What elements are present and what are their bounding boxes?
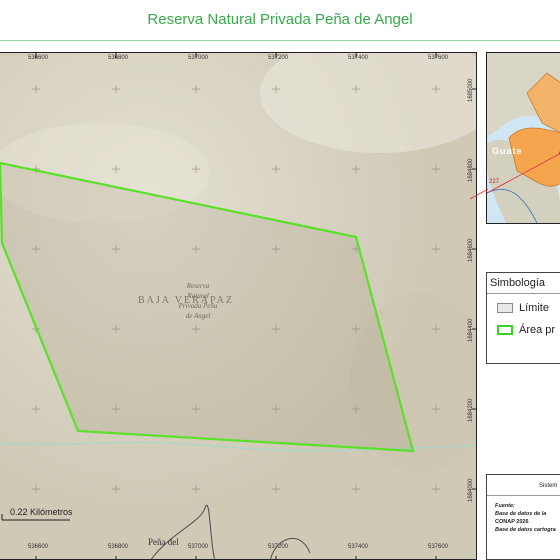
x-tick-label-top: 537200 bbox=[268, 55, 289, 61]
legend-item-label: Área pr bbox=[519, 324, 556, 336]
place-label: Peña del bbox=[148, 537, 179, 547]
legend-item-protected-area: Área pr bbox=[497, 324, 555, 336]
y-tick-label: 1684200 bbox=[468, 398, 474, 422]
x-tick-label-bottom: 537600 bbox=[428, 544, 449, 550]
reserve-label-line: Privada Peña bbox=[178, 302, 218, 310]
page-title-bar: Reserva Natural Privada Peña de Angel bbox=[0, 0, 560, 40]
x-tick-label-top: 537400 bbox=[348, 55, 369, 61]
x-tick-label-bottom: 537400 bbox=[348, 544, 369, 550]
y-tick-label: 1684600 bbox=[468, 238, 474, 262]
country-label: Guate bbox=[492, 146, 523, 156]
title-divider bbox=[0, 40, 560, 41]
info-divider bbox=[487, 495, 560, 496]
x-tick-label-bottom: 537200 bbox=[268, 544, 289, 550]
source-info-box: Sistem Fuente: Base de datos de la CONAP… bbox=[486, 474, 560, 560]
reserve-label-line: Reserva bbox=[186, 282, 210, 290]
legend-item-label: Límite bbox=[519, 302, 549, 314]
y-tick-label: 1684800 bbox=[468, 158, 474, 182]
scale-label: 0.22 Kilómetros bbox=[10, 507, 73, 517]
source-line: CONAP 2026 bbox=[495, 519, 529, 525]
reserve-label-line: de Angel bbox=[185, 312, 211, 320]
number-label: 227 bbox=[489, 179, 500, 185]
boundary-swatch bbox=[497, 303, 513, 313]
source-heading: Fuente: bbox=[495, 503, 515, 509]
x-tick-label-bottom: 536800 bbox=[108, 544, 129, 550]
legend-box: Simbología Límite Área pr bbox=[486, 272, 560, 364]
legend-divider bbox=[487, 293, 560, 294]
source-line: Base de datos cartogra bbox=[495, 527, 556, 533]
locator-map-canvas bbox=[487, 53, 560, 223]
locator-map[interactable]: Guate 227 bbox=[486, 52, 560, 224]
x-tick-label-top: 537000 bbox=[188, 55, 209, 61]
main-map[interactable]: BAJA VERAPAZ Reserva Natural Privada Peñ… bbox=[0, 52, 477, 560]
x-tick-label-top: 537600 bbox=[428, 55, 449, 61]
y-tick-label: 1684400 bbox=[468, 318, 474, 342]
coordinate-system-label: Sistem bbox=[539, 483, 558, 489]
main-map-canvas bbox=[0, 53, 476, 559]
x-tick-label-top: 536800 bbox=[108, 55, 129, 61]
source-line: Base de datos de la bbox=[495, 511, 547, 517]
x-tick-label-bottom: 536600 bbox=[28, 544, 49, 550]
y-tick-label: 1684000 bbox=[468, 478, 474, 502]
legend-item-boundary: Límite bbox=[497, 302, 549, 314]
x-tick-label-bottom: 537000 bbox=[188, 544, 209, 550]
y-tick-label: 1685000 bbox=[468, 78, 474, 102]
reserve-label-line: Natural bbox=[187, 292, 209, 300]
legend-title: Simbología bbox=[490, 277, 546, 289]
protected-area-swatch bbox=[497, 325, 513, 335]
reserve-label: Reserva Natural Privada Peña de Angel bbox=[168, 281, 228, 321]
pointer-line-connector bbox=[470, 188, 488, 200]
page-title: Reserva Natural Privada Peña de Angel bbox=[147, 11, 413, 28]
x-tick-label-top: 536600 bbox=[28, 55, 49, 61]
